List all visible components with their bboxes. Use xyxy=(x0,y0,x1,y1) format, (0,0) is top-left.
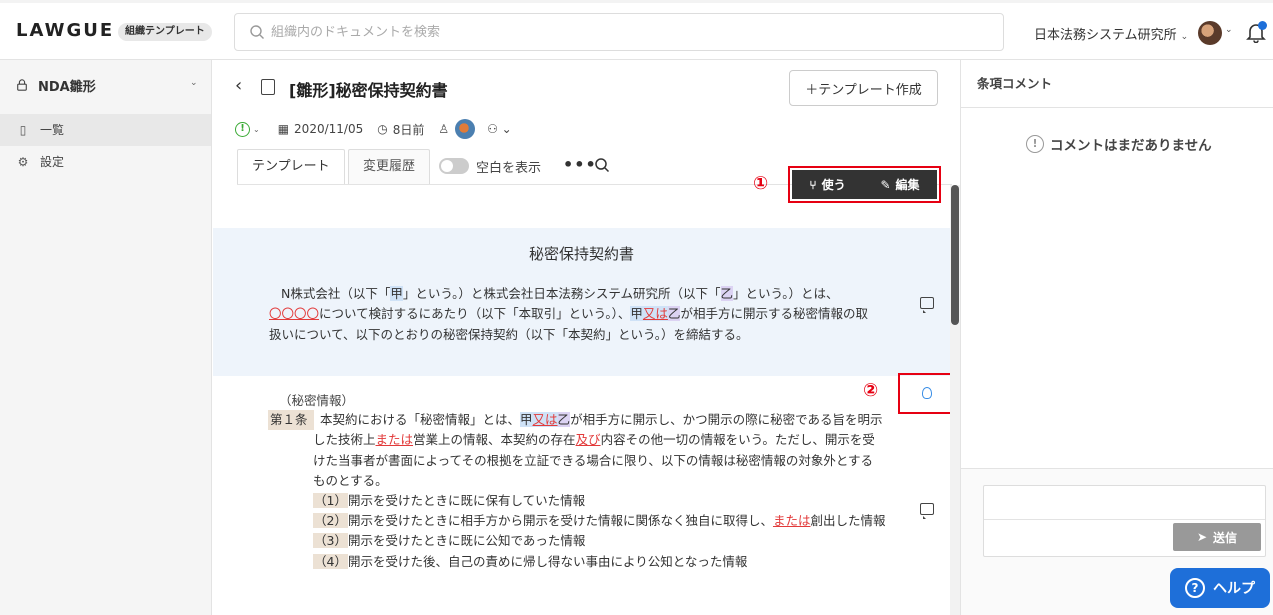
chevron-down-icon[interactable]: ⌄ xyxy=(253,125,260,134)
org-template-badge: 組織テンプレート xyxy=(118,23,212,41)
empty-comments-label: コメントはまだありません xyxy=(1050,138,1212,154)
intro-line-1: N株式会社（以下「甲」という。）と株式会社日本法務システム研究所（以下「乙」とい… xyxy=(281,286,839,301)
sidebar: NDA雛形 ⌄ ▯ 一覧 ⚙ 設定 xyxy=(0,60,212,615)
list-item: （3）開示を受けたときに既に公知であった情報 xyxy=(313,533,586,548)
list-item: （2）開示を受けたときに相手方から開示を受けた情報に関係なく独自に取得し、または… xyxy=(313,513,886,528)
send-icon: ➤ xyxy=(1196,530,1208,544)
app-logo[interactable]: LAWGUE xyxy=(16,20,114,41)
calendar-icon: ▦ xyxy=(277,122,290,136)
user-avatar[interactable] xyxy=(1198,21,1222,45)
party-otsu[interactable]: 乙 xyxy=(720,286,734,301)
status-check-icon[interactable]: ! xyxy=(235,121,250,137)
chevron-down-icon[interactable]: ⌄ xyxy=(190,78,198,88)
show-blank-toggle[interactable] xyxy=(439,158,469,174)
article-label: 第１条 xyxy=(268,410,314,430)
edit-button[interactable]: ✎ 編集 xyxy=(880,176,919,193)
action-bar: ⑂ 使う ✎ 編集 xyxy=(792,170,937,199)
group-members-icon[interactable]: ⚇ ⌄ xyxy=(487,122,512,136)
lightbulb-icon[interactable] xyxy=(922,387,932,399)
org-switcher[interactable]: 日本法務システム研究所 ⌄ xyxy=(1034,24,1188,43)
create-template-button[interactable]: ＋テンプレート作成 xyxy=(789,70,938,106)
sidebar-item-label: 設定 xyxy=(40,155,65,169)
suggestion-highlight-box xyxy=(898,373,952,414)
book-icon: ▯ xyxy=(19,123,27,137)
back-arrow-icon[interactable]: ‹ xyxy=(235,75,242,96)
article-heading: （秘密情報） xyxy=(279,393,355,408)
sidebar-item-label: 一覧 xyxy=(40,123,65,137)
edit-label: 編集 xyxy=(895,178,920,192)
search-icon[interactable] xyxy=(594,157,610,173)
annotation-marker-2: ② xyxy=(863,380,879,401)
document-icon xyxy=(261,79,275,95)
sidebar-item-settings[interactable]: ⚙ 設定 xyxy=(0,146,211,178)
notification-dot xyxy=(1258,21,1267,30)
search-icon xyxy=(250,25,264,39)
more-options-icon[interactable]: ••• xyxy=(563,155,597,174)
article1-line-2: した技術上または営業上の情報、本契約の存在及び内容その他一切の情報をいう。ただし… xyxy=(313,432,875,447)
help-button[interactable]: ? ヘルプ xyxy=(1170,568,1270,608)
use-button[interactable]: ⑂ 使う xyxy=(809,176,845,193)
sidebar-title-label: NDA雛形 xyxy=(38,80,96,95)
article1-line-3: けた当事者が書面によってその根拠を立証できる場合に限り、以下の情報は秘密情報の対… xyxy=(313,453,874,468)
help-label: ヘルプ xyxy=(1213,581,1255,597)
scrollbar-thumb[interactable] xyxy=(951,185,959,325)
article1-line-1: 本契約における「秘密情報」とは、甲又は乙が相手方に開示し、かつ開示の際に秘密であ… xyxy=(320,412,883,427)
lock-icon xyxy=(16,79,30,95)
document-main: ‹ [雛形]秘密保持契約書 ＋テンプレート作成 ! ⌄ ▦ 2020/11/05… xyxy=(213,60,960,615)
search-box[interactable] xyxy=(234,13,1004,51)
comment-panel: 条項コメント ! コメントはまだありません ➤ 送信 ? ヘルプ xyxy=(960,60,1273,615)
chevron-down-icon: ⌄ xyxy=(1180,32,1189,42)
sidebar-title[interactable]: NDA雛形 xyxy=(16,76,96,95)
clock-icon: ◷ xyxy=(377,122,388,136)
document-meta: ! ⌄ ▦ 2020/11/05 ◷ 8日前 ♙ ⚇ ⌄ xyxy=(235,119,512,139)
list-item: （1）開示を受けたときに既に保有していた情報 xyxy=(313,493,586,508)
search-input[interactable] xyxy=(271,14,971,50)
question-icon: ? xyxy=(1185,578,1205,598)
intro-line-2: 〇〇〇〇について検討するにあたり（以下「本取引」という。）、甲又は乙が相手方に開… xyxy=(269,306,868,321)
info-icon: ! xyxy=(1026,135,1044,153)
party-kou[interactable]: 甲 xyxy=(390,286,403,301)
comment-panel-title: 条項コメント xyxy=(961,60,1273,108)
org-name-label: 日本法務システム研究所 xyxy=(1034,28,1177,43)
owner-avatar[interactable] xyxy=(455,119,476,139)
comment-icon[interactable] xyxy=(920,297,934,313)
intro-line-3: 扱いについて、以下のとおりの秘密保持契約（以下「本契約」という。）を締結する。 xyxy=(269,327,749,342)
gear-icon: ⚙ xyxy=(17,155,29,169)
comment-icon[interactable] xyxy=(920,503,934,519)
send-label: 送信 xyxy=(1213,530,1238,545)
send-button[interactable]: ➤ 送信 xyxy=(1173,523,1261,551)
relative-time: 8日前 xyxy=(392,122,425,137)
page-title: [雛形]秘密保持契約書 xyxy=(289,81,448,100)
notification-bell-icon[interactable] xyxy=(1245,21,1267,44)
branch-icon: ⑂ xyxy=(809,177,817,192)
contract-title: 秘密保持契約書 xyxy=(528,245,634,263)
annotation-marker-1: ① xyxy=(753,173,769,194)
chevron-down-icon[interactable]: ⌄ xyxy=(1225,25,1233,35)
show-blank-label: 空白を表示 xyxy=(476,161,542,176)
tab-template[interactable]: テンプレート xyxy=(237,149,345,185)
sidebar-item-list[interactable]: ▯ 一覧 xyxy=(0,114,211,146)
person-icon: ♙ xyxy=(438,122,450,136)
created-date: 2020/11/05 xyxy=(294,122,364,136)
empty-comments: ! コメントはまだありません xyxy=(1026,134,1212,154)
action-highlight-box: ⑂ 使う ✎ 編集 xyxy=(788,166,941,203)
scrollbar[interactable] xyxy=(950,185,960,615)
placeholder-field[interactable]: 〇〇〇〇 xyxy=(269,306,319,321)
use-label: 使う xyxy=(821,178,846,192)
list-item: （4）開示を受けた後、自己の責めに帰し得ない事由により公知となった情報 xyxy=(313,554,748,569)
article1-line-4: ものとする。 xyxy=(313,473,388,488)
tab-history[interactable]: 変更履歴 xyxy=(348,149,431,185)
top-header: LAWGUE 組織テンプレート 日本法務システム研究所⌄ ⌄ xyxy=(0,0,1273,60)
edit-icon: ✎ xyxy=(880,177,891,192)
